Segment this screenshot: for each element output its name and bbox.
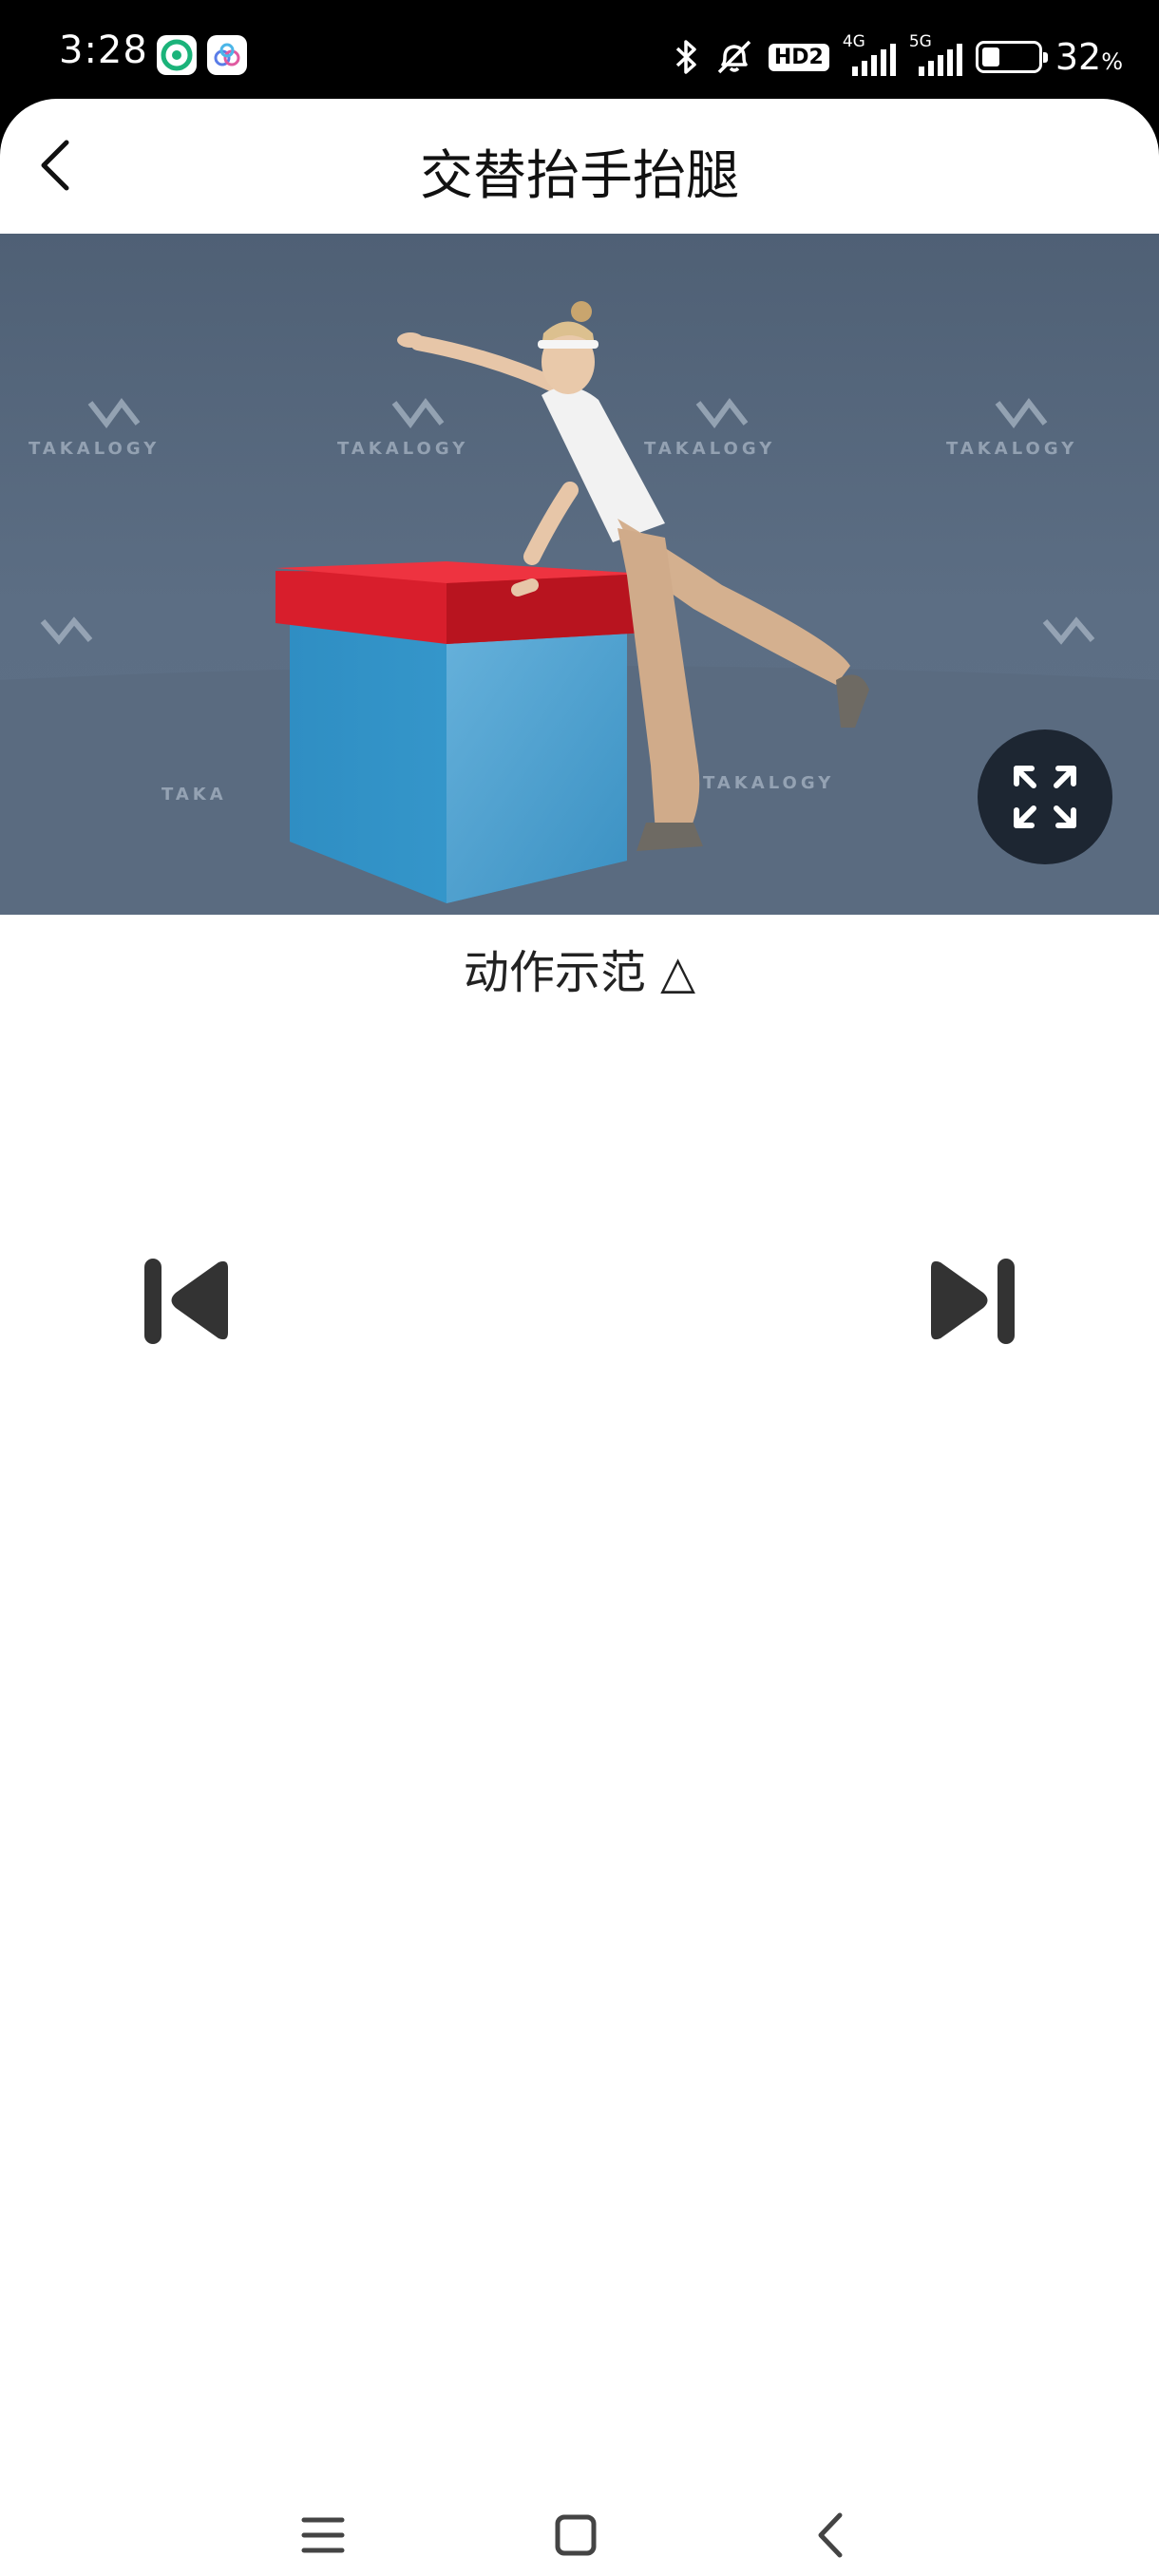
svg-text:TAKALOGY: TAKALOGY bbox=[337, 439, 468, 459]
expand-icon bbox=[1014, 766, 1076, 828]
cloud-app-icon bbox=[207, 35, 247, 75]
demo-caption[interactable]: 动作示范 △ bbox=[0, 935, 1159, 1001]
signal-4g-icon: 4G bbox=[843, 32, 896, 76]
fullscreen-button[interactable] bbox=[978, 729, 1112, 864]
svg-text:TAKALOGY: TAKALOGY bbox=[703, 773, 834, 793]
battery-percent: 32% bbox=[1054, 36, 1123, 78]
svg-text:TAKALOGY: TAKALOGY bbox=[946, 439, 1077, 459]
exercise-video[interactable]: TAKALOGY TAKALOGY TAKALOGY TAKALOGY TAKA… bbox=[0, 234, 1159, 915]
skip-previous-icon bbox=[144, 1259, 228, 1344]
bluetooth-icon bbox=[672, 38, 700, 76]
svg-text:TAKALOGY: TAKALOGY bbox=[28, 439, 160, 459]
home-button[interactable] bbox=[538, 2502, 614, 2568]
recent-apps-button[interactable] bbox=[285, 2502, 361, 2568]
signal-5g-icon: 5G bbox=[909, 32, 962, 76]
status-time: 3:28 bbox=[59, 28, 148, 72]
status-bar: 3:28 HD2 4G 5G 32% bbox=[0, 0, 1159, 104]
battery-level bbox=[981, 47, 999, 66]
hd-badge: HD2 bbox=[768, 43, 829, 71]
svg-text:TAKA: TAKA bbox=[162, 785, 227, 805]
silent-bell-icon bbox=[713, 38, 755, 76]
back-icon bbox=[818, 2512, 843, 2558]
status-icons: HD2 4G 5G 32% bbox=[672, 28, 1123, 85]
title-bar: 交替抬手抬腿 bbox=[0, 99, 1159, 234]
battery-icon bbox=[975, 41, 1048, 73]
cleaner-app-icon bbox=[157, 35, 197, 75]
system-back-button[interactable] bbox=[792, 2502, 868, 2568]
app-panel: 交替抬手抬腿 TAKALOGY TAKALOGY TAKALOGY TAKALO… bbox=[0, 99, 1159, 2576]
home-icon bbox=[555, 2514, 597, 2556]
skip-next-icon bbox=[931, 1259, 1015, 1344]
menu-icon bbox=[301, 2517, 345, 2553]
previous-button[interactable] bbox=[124, 1239, 247, 1362]
page-title: 交替抬手抬腿 bbox=[420, 145, 739, 207]
system-nav-bar bbox=[0, 2492, 1159, 2576]
svg-text:TAKALOGY: TAKALOGY bbox=[644, 439, 775, 459]
next-button[interactable] bbox=[912, 1239, 1036, 1362]
